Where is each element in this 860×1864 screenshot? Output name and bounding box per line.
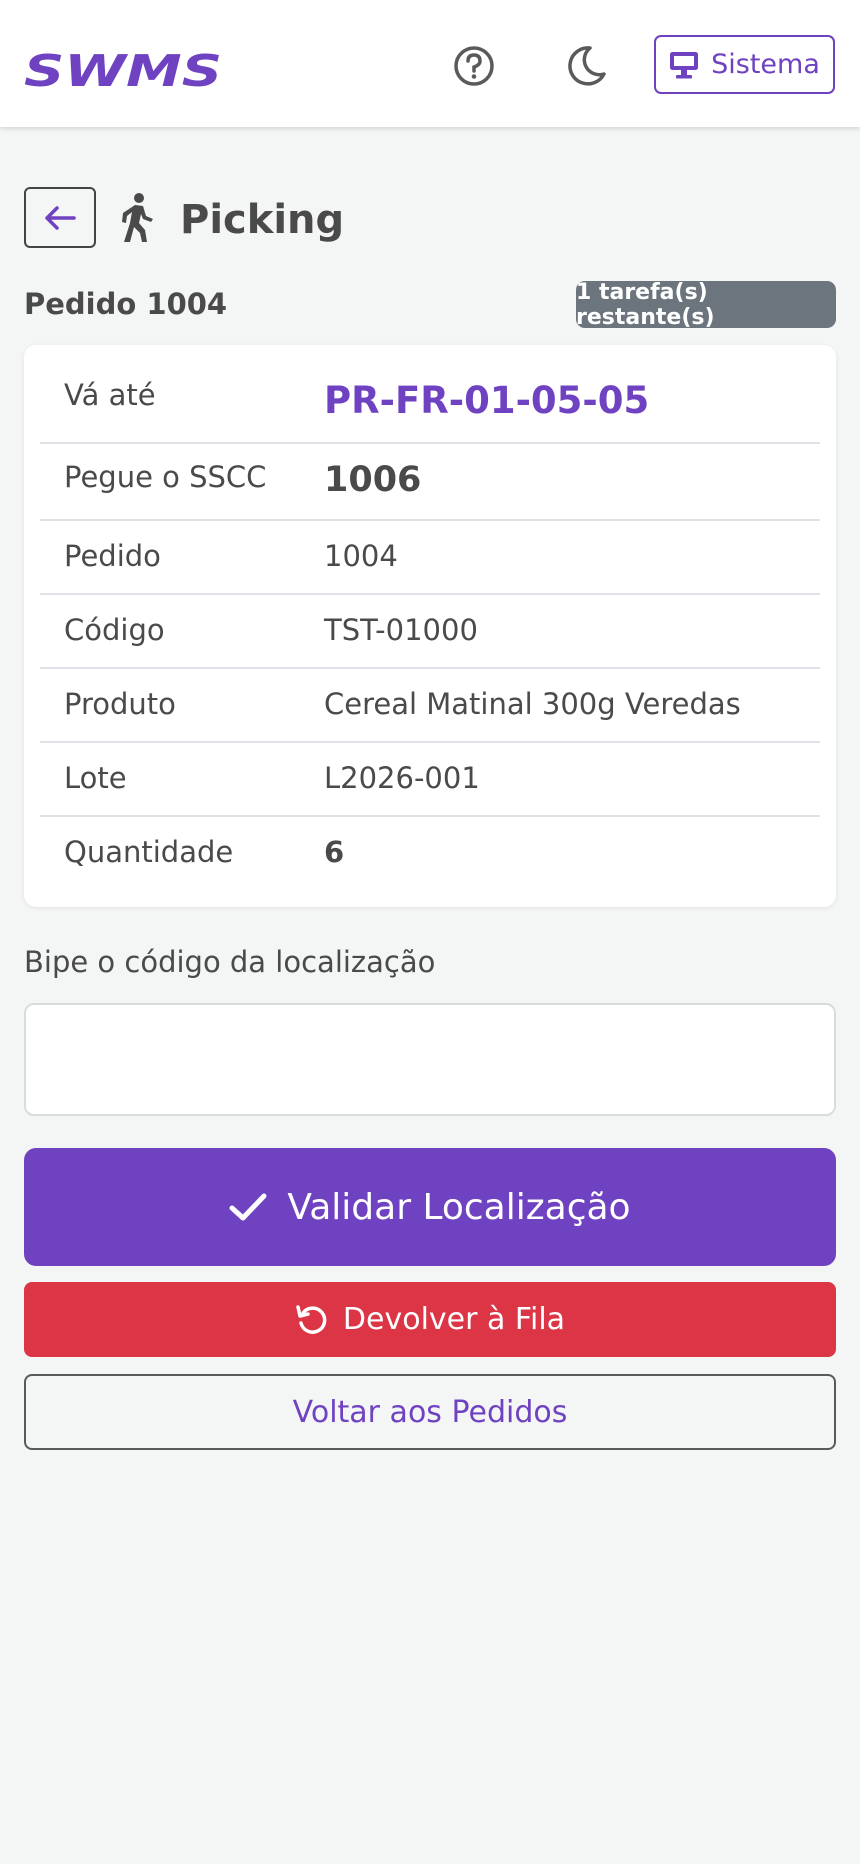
walking-person-icon [116,192,156,244]
detail-row-lot: Lote L2026-001 [40,743,820,817]
detail-label: Pegue o SSCC [64,460,267,494]
arrow-left-icon [45,205,76,230]
desktop-icon [670,51,699,78]
order-label: Pedido 1004 [24,287,228,321]
detail-row-product: Produto Cereal Matinal 300g Veredas [40,669,820,743]
moon-icon[interactable] [564,44,608,88]
task-details-card: Vá até PR-FR-01-05-05 Pegue o SSCC 1006 … [24,345,836,907]
detail-label: Quantidade [64,835,234,869]
return-to-queue-label: Devolver à Fila [342,1302,566,1337]
return-to-queue-button[interactable]: Devolver à Fila [24,1282,836,1357]
undo-icon [296,1304,327,1334]
back-to-orders-label: Voltar aos Pedidos [292,1394,568,1430]
detail-value-sscc: 1006 [324,460,422,500]
validate-location-button[interactable]: Validar Localização [24,1148,836,1266]
system-button-label: Sistema [711,49,820,80]
swms-logo[interactable]: SWMS [24,50,224,92]
detail-label: Lote [64,761,127,795]
detail-value-lot: L2026-001 [324,761,480,795]
detail-value-quantity: 6 [324,835,345,869]
detail-label: Produto [64,687,176,721]
logo-text: SWMS [24,50,222,92]
check-icon [229,1193,267,1221]
remaining-tasks-badge: 1 tarefa(s) restante(s) [576,280,836,330]
detail-row-order: Pedido 1004 [40,521,820,595]
top-navbar: SWMS Sistema [0,0,860,127]
validate-location-label: Validar Localização [287,1186,631,1228]
detail-value-order: 1004 [324,539,398,573]
detail-label: Pedido [64,539,161,573]
scan-location-label: Bipe o código da localização [24,945,436,979]
detail-value-location: PR-FR-01-05-05 [324,379,650,422]
detail-row-sscc: Pegue o SSCC 1006 [40,444,820,521]
page-title: Picking [180,197,345,243]
system-theme-button[interactable]: Sistema [654,35,835,94]
detail-label: Vá até [64,378,156,412]
detail-row-code: Código TST-01000 [40,595,820,669]
location-scan-input[interactable] [24,1003,836,1116]
detail-value-product: Cereal Matinal 300g Veredas [324,687,741,721]
back-button[interactable] [24,187,96,248]
back-to-orders-button[interactable]: Voltar aos Pedidos [24,1374,836,1450]
detail-row-quantity: Quantidade 6 [40,817,820,891]
detail-row-location: Vá até PR-FR-01-05-05 [40,345,820,444]
detail-label: Código [64,613,165,647]
detail-value-code: TST-01000 [324,613,478,647]
help-icon[interactable] [452,44,496,88]
